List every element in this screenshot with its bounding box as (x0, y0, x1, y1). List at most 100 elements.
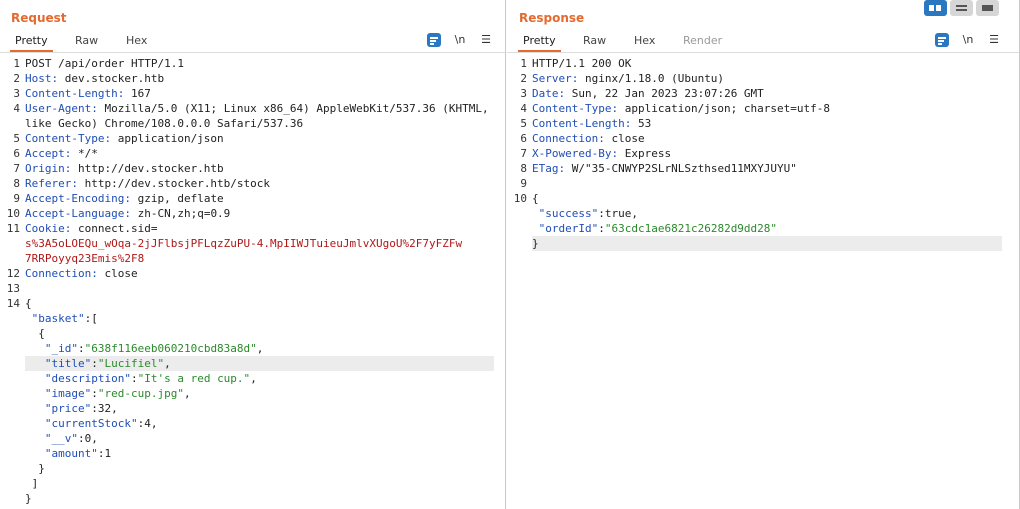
code-line: Referer: http://dev.stocker.htb/stock (25, 176, 270, 191)
code-token: "63cdc1ae6821c26282d9dd28" (604, 222, 778, 235)
code-token: Server: (532, 72, 579, 85)
code-token: :true, (598, 207, 638, 220)
line-number: 5 (520, 117, 527, 130)
code-token: , (250, 372, 257, 385)
code-token: } (532, 237, 539, 250)
code-line: Content-Length: 53 (532, 116, 651, 131)
line-number: 10 (513, 192, 527, 205)
code-token: "red-cup.jpg" (97, 387, 184, 400)
code-token: } (25, 492, 32, 505)
line-number: 3 (13, 87, 20, 100)
code-token: Connection: (25, 267, 98, 280)
code-token: Date: (532, 87, 566, 100)
tab-raw[interactable]: Raw (70, 35, 103, 52)
code-line: "description":"It's a red cup.", (25, 371, 257, 386)
code-token: W/"35-CNWYP2SLrNLSzthsed11MXYJUYU" (565, 162, 797, 175)
tab-hex[interactable]: Hex (121, 35, 152, 52)
tab-hex[interactable]: Hex (629, 35, 660, 52)
response-line-gutter: 1 2 3 4 5 6 7 8 9 10 (507, 53, 530, 509)
tab-raw[interactable]: Raw (578, 35, 611, 52)
code-token: X-Powered-By: (532, 147, 619, 160)
line-number: 1 (520, 57, 527, 70)
code-line: like Gecko) Chrome/108.0.0.0 Safari/537.… (25, 116, 303, 131)
code-token: "amount" (25, 447, 98, 460)
code-token: } (25, 462, 45, 475)
code-line: User-Agent: Mozilla/5.0 (X11; Linux x86_… (25, 101, 489, 116)
menu-icon[interactable]: ☰ (479, 33, 493, 47)
code-token: connect.sid= (71, 222, 158, 235)
code-token: :32, (91, 402, 118, 415)
code-token: "basket" (25, 312, 85, 325)
tab-pretty[interactable]: Pretty (10, 35, 53, 52)
code-line: "basket":[ (25, 311, 98, 326)
line-number: 2 (13, 72, 20, 85)
code-token: like Gecko) Chrome/108.0.0.0 Safari/537.… (25, 117, 304, 130)
code-token: Content-Type: (532, 102, 619, 115)
code-line: Connection: close (532, 131, 645, 146)
code-token: , (183, 387, 191, 400)
code-token: Host: (25, 72, 59, 85)
tab-render[interactable]: Render (678, 35, 727, 52)
code-token: */* (71, 147, 98, 160)
code-line: "price":32, (25, 401, 118, 416)
code-token: "success" (532, 207, 599, 220)
code-line: "success":true, (532, 206, 638, 221)
line-number: 6 (13, 147, 20, 160)
code-token: "It's a red cup." (137, 372, 251, 385)
code-line: "orderId":"63cdc1ae6821c26282d9dd28" (532, 221, 777, 236)
line-number: 12 (6, 267, 20, 280)
code-line: POST /api/order HTTP/1.1 (25, 56, 184, 71)
code-token: :4, (137, 417, 158, 430)
code-token: { (25, 327, 45, 340)
code-line: Content-Type: application/json (25, 131, 224, 146)
tab-pretty[interactable]: Pretty (518, 35, 561, 52)
response-pane: Response Pretty Raw Hex Render \n ☰ 1 2 3 4… (507, 0, 1020, 509)
line-number: 13 (6, 282, 20, 295)
request-title: Request (11, 11, 67, 25)
code-line: { (25, 326, 45, 341)
code-line: 7RRPoyyq23Emis%2F8 (25, 251, 144, 266)
menu-icon[interactable]: ☰ (987, 33, 1001, 47)
code-line: "title":"Lucifiel", (25, 356, 171, 371)
code-token: : (91, 387, 98, 400)
code-token: Content-Type: (25, 132, 112, 145)
code-token: 7RRPoyyq23Emis%2F8 (25, 252, 145, 265)
line-number: 3 (520, 87, 527, 100)
code-token: zh-CN,zh;q=0.9 (130, 207, 231, 220)
request-editor[interactable]: POST /api/order HTTP/1.1 Host: dev.stocke… (25, 53, 505, 509)
newline-toggle-icon[interactable]: \n (961, 33, 975, 47)
code-token: "title" (25, 357, 92, 370)
response-title: Response (519, 11, 585, 25)
code-line: "amount":1 (25, 446, 111, 461)
code-token: Connection: (532, 132, 605, 145)
code-token: "currentStock" (25, 417, 138, 430)
code-token: User-Agent: (25, 102, 98, 115)
code-line: Date: Sun, 22 Jan 2023 23:07:26 GMT (532, 86, 764, 101)
code-token: nginx/1.18.0 (Ubuntu) (578, 72, 725, 85)
word-wrap-icon[interactable] (935, 33, 949, 47)
code-token: "image" (25, 387, 92, 400)
code-token: close (604, 132, 645, 145)
line-number: 6 (520, 132, 527, 145)
code-line: ETag: W/"35-CNWYP2SLrNLSzthsed11MXYJUYU" (532, 161, 797, 176)
code-token: ] (25, 477, 39, 490)
code-token: http://dev.stocker.htb (71, 162, 224, 175)
code-token: Accept: (25, 147, 72, 160)
code-line: Accept: */* (25, 146, 98, 161)
code-token: : (91, 357, 98, 370)
code-token: : (598, 222, 605, 235)
code-token: Accept-Language: (25, 207, 131, 220)
response-editor[interactable]: HTTP/1.1 200 OK Server: nginx/1.18.0 (Ubu… (532, 53, 1019, 509)
code-token: :0, (77, 432, 98, 445)
line-number: 4 (520, 102, 527, 115)
line-number: 14 (6, 297, 20, 310)
code-line: Accept-Encoding: gzip, deflate (25, 191, 224, 206)
word-wrap-icon[interactable] (427, 33, 441, 47)
code-token: "price" (25, 402, 92, 415)
code-line: Host: dev.stocker.htb (25, 71, 164, 86)
code-token: "Lucifiel" (97, 357, 165, 370)
code-line: "currentStock":4, (25, 416, 158, 431)
code-token: Mozilla/5.0 (X11; Linux x86_64) AppleWeb… (97, 102, 489, 115)
newline-toggle-icon[interactable]: \n (453, 33, 467, 47)
line-number: 7 (13, 162, 20, 175)
